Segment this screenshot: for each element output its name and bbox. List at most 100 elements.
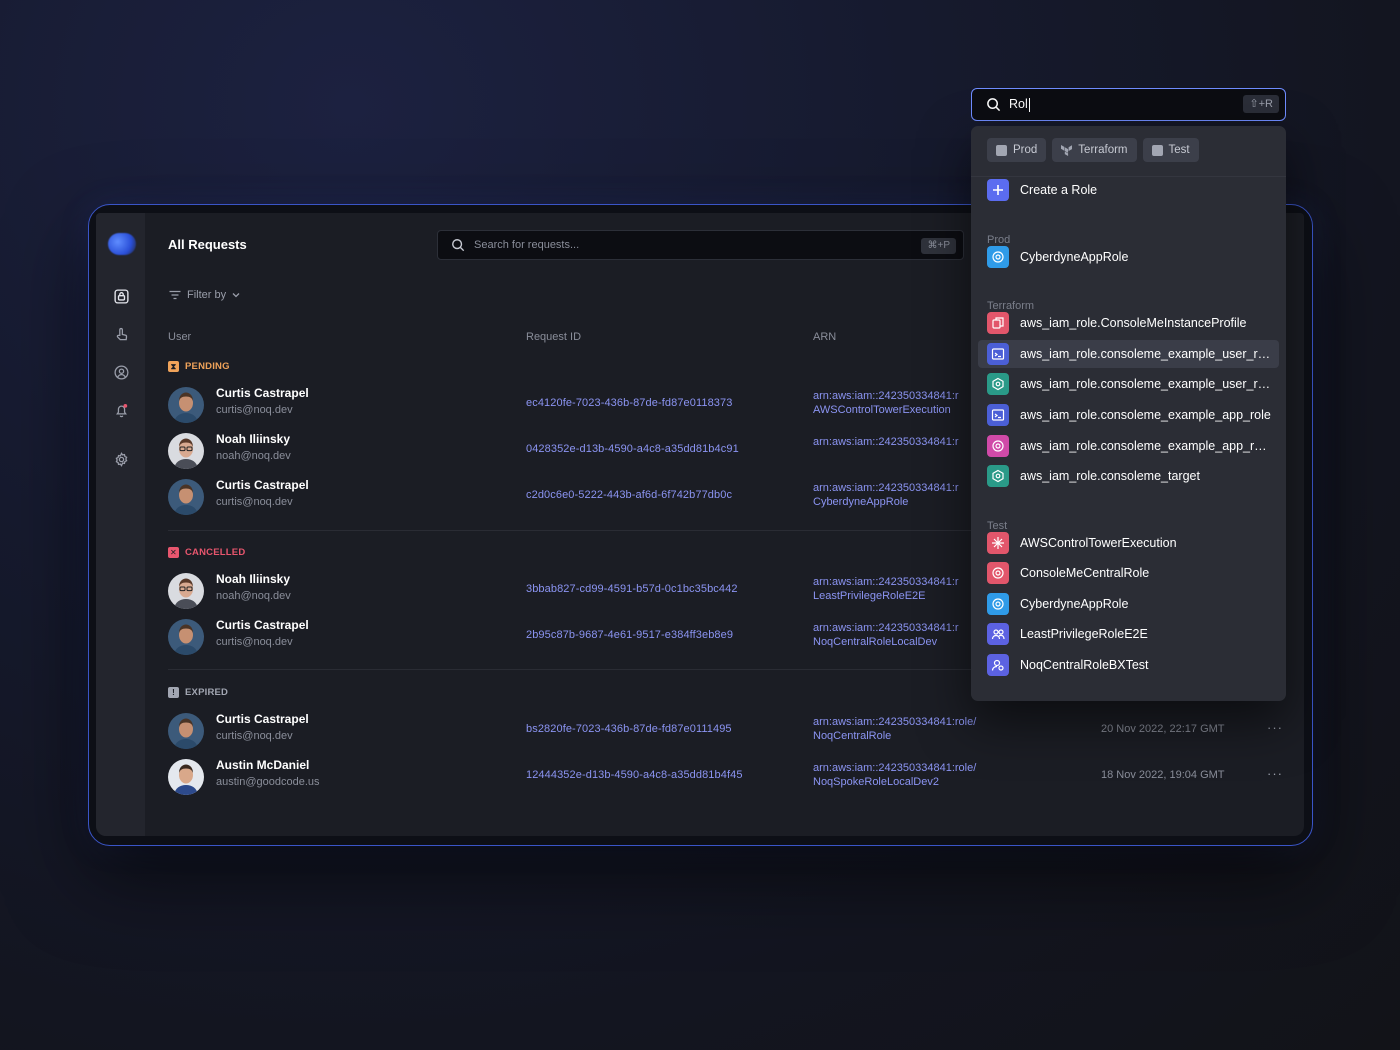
chip-terraform[interactable]: Terraform (1052, 138, 1137, 162)
role-item-label: ConsoleMeCentralRole (1020, 566, 1150, 580)
request-id-link[interactable]: 12444352e-d13b-4590-a4c8-a35dd81b4f45 (526, 769, 743, 781)
filter-button[interactable]: Filter by (169, 289, 240, 301)
table-row[interactable]: Austin McDaniel austin@goodcode.us 12444… (145, 756, 1304, 800)
request-id-link[interactable]: 0428352e-d13b-4590-a4c8-a35dd81b4c91 (526, 443, 739, 455)
role-item[interactable]: NoqCentralRoleBXTest (978, 651, 1279, 679)
table-row[interactable]: Curtis Castrapel curtis@noq.dev bs2820fe… (145, 710, 1304, 754)
role-item[interactable]: aws_iam_role.consoleme_example_user_role… (978, 370, 1279, 398)
column-header-user[interactable]: User (168, 331, 191, 343)
role-item-label: LeastPrivilegeRoleE2E (1020, 627, 1148, 641)
sidebar (96, 213, 145, 836)
request-id-link[interactable]: ec4120fe-7023-436b-87de-fd87e0118373 (526, 397, 732, 409)
role-item-label: aws_iam_role.ConsoleMeInstanceProfile (1020, 316, 1247, 330)
avatar (168, 387, 204, 423)
exclamation-icon: ! (168, 687, 179, 698)
user-email: curtis@noq.dev (216, 636, 293, 648)
arn-link[interactable]: arn:aws:iam::242350334841:r LeastPrivile… (813, 575, 959, 603)
role-item-label: aws_iam_role.consoleme_example_app_role_… (1020, 439, 1272, 453)
terminal-icon (987, 404, 1009, 426)
gear-icon (987, 593, 1009, 615)
arn-link[interactable]: arn:aws:iam::242350334841:r (813, 435, 959, 449)
filter-icon (169, 290, 181, 300)
arn-link[interactable]: arn:aws:iam::242350334841:role/ NoqCentr… (813, 715, 976, 743)
gear-icon (987, 246, 1009, 268)
terminal-icon (987, 343, 1009, 365)
request-id-link[interactable]: 2b95c87b-9687-4e61-9517-e384ff3eb8e9 (526, 629, 733, 641)
request-id-link[interactable]: bs2820fe-7023-436b-87de-fd87e0111495 (526, 723, 732, 735)
sparkle-icon (987, 532, 1009, 554)
arn-link[interactable]: arn:aws:iam::242350334841:r NoqCentralRo… (813, 621, 959, 649)
request-date: 18 Nov 2022, 19:04 GMT (1101, 769, 1225, 781)
user-name: Curtis Castrapel (216, 478, 309, 492)
role-search-value: Rol (1009, 97, 1030, 112)
user-name: Austin McDaniel (216, 758, 310, 772)
arn-link[interactable]: arn:aws:iam::242350334841:r CyberdyneApp… (813, 481, 959, 509)
role-item-label: aws_iam_role.consoleme_example_user_role (1020, 347, 1272, 361)
role-search-input[interactable]: Rol ⇧+R (971, 88, 1286, 121)
more-options-icon[interactable]: ··· (1267, 720, 1283, 735)
filter-label: Filter by (187, 289, 227, 301)
x-icon: ✕ (168, 547, 179, 558)
section-cancelled-label: CANCELLED (185, 547, 246, 558)
user-email: noah@noq.dev (216, 590, 291, 602)
requests-nav-icon[interactable] (111, 286, 131, 306)
user-email: austin@goodcode.us (216, 776, 320, 788)
role-item[interactable]: aws_iam_role.ConsoleMeInstanceProfile (978, 309, 1279, 337)
role-item-label: CyberdyneAppRole (1020, 250, 1129, 264)
section-pending-label: PENDING (185, 361, 230, 372)
user-name: Noah Iliinsky (216, 572, 291, 586)
role-item-label: Create a Role (1020, 183, 1098, 197)
terraform-icon (1061, 144, 1073, 156)
request-id-link[interactable]: 3bbab827-cd99-4591-b57d-0c1bc35bc442 (526, 583, 738, 595)
request-search-input[interactable]: Search for requests... ⌘+P (437, 230, 964, 260)
avatar (168, 759, 204, 795)
chip-test[interactable]: Test (1142, 138, 1199, 162)
role-search-shortcut: ⇧+R (1243, 95, 1279, 113)
role-item[interactable]: aws_iam_role.consoleme_target (978, 462, 1279, 490)
user-email: curtis@noq.dev (216, 404, 293, 416)
role-item-label: aws_iam_role.consoleme_example_app_role (1020, 408, 1271, 422)
more-options-icon[interactable]: ··· (1267, 766, 1283, 781)
page-title: All Requests (168, 237, 247, 252)
logo (108, 233, 136, 255)
role-item[interactable]: LeastPrivilegeRoleE2E (978, 620, 1279, 648)
request-id-link[interactable]: c2d0c6e0-5222-443b-af6d-6f742b77db0c (526, 489, 732, 501)
arn-link[interactable]: arn:aws:iam::242350334841:role/ NoqSpoke… (813, 761, 976, 789)
avatar (168, 573, 204, 609)
settings-gear-icon[interactable] (111, 449, 131, 469)
user-email: noah@noq.dev (216, 450, 291, 462)
search-placeholder: Search for requests... (474, 239, 580, 251)
user-name: Curtis Castrapel (216, 618, 309, 632)
plus-icon (987, 179, 1009, 201)
chip-prod[interactable]: Prod (987, 138, 1047, 162)
role-item[interactable]: aws_iam_role.consoleme_example_user_role (978, 340, 1279, 368)
square-icon (996, 144, 1007, 156)
role-item[interactable]: aws_iam_role.consoleme_example_app_role_… (978, 432, 1279, 460)
role-item[interactable]: CyberdyneAppRole (978, 243, 1279, 271)
copy-icon (987, 312, 1009, 334)
user-name: Curtis Castrapel (216, 386, 309, 400)
filter-chips: Prod Terraform Test (987, 138, 1199, 162)
role-item[interactable]: CyberdyneAppRole (978, 590, 1279, 618)
user-circle-icon[interactable] (111, 362, 131, 382)
create-role-item[interactable]: Create a Role (978, 176, 1279, 204)
search-icon (452, 239, 465, 252)
column-header-request-id[interactable]: Request ID (526, 331, 581, 343)
search-icon (987, 98, 1001, 112)
avatar (168, 619, 204, 655)
user-email: curtis@noq.dev (216, 730, 293, 742)
role-item[interactable]: ConsoleMeCentralRole (978, 559, 1279, 587)
avatar (168, 433, 204, 469)
column-header-arn[interactable]: ARN (813, 331, 836, 343)
user-email: curtis@noq.dev (216, 496, 293, 508)
chevron-down-icon (232, 293, 240, 298)
hand-pointer-icon[interactable] (111, 324, 131, 344)
role-item-label: CyberdyneAppRole (1020, 597, 1129, 611)
arn-link[interactable]: arn:aws:iam::242350334841:r AWSControlTo… (813, 389, 959, 417)
role-item[interactable]: aws_iam_role.consoleme_example_app_role (978, 401, 1279, 429)
section-cancelled: ✕ CANCELLED (168, 547, 245, 558)
section-pending: ⧗ PENDING (168, 361, 230, 372)
role-item[interactable]: AWSControlTowerExecution (978, 529, 1279, 557)
avatar (168, 479, 204, 515)
bell-icon[interactable] (111, 400, 131, 420)
